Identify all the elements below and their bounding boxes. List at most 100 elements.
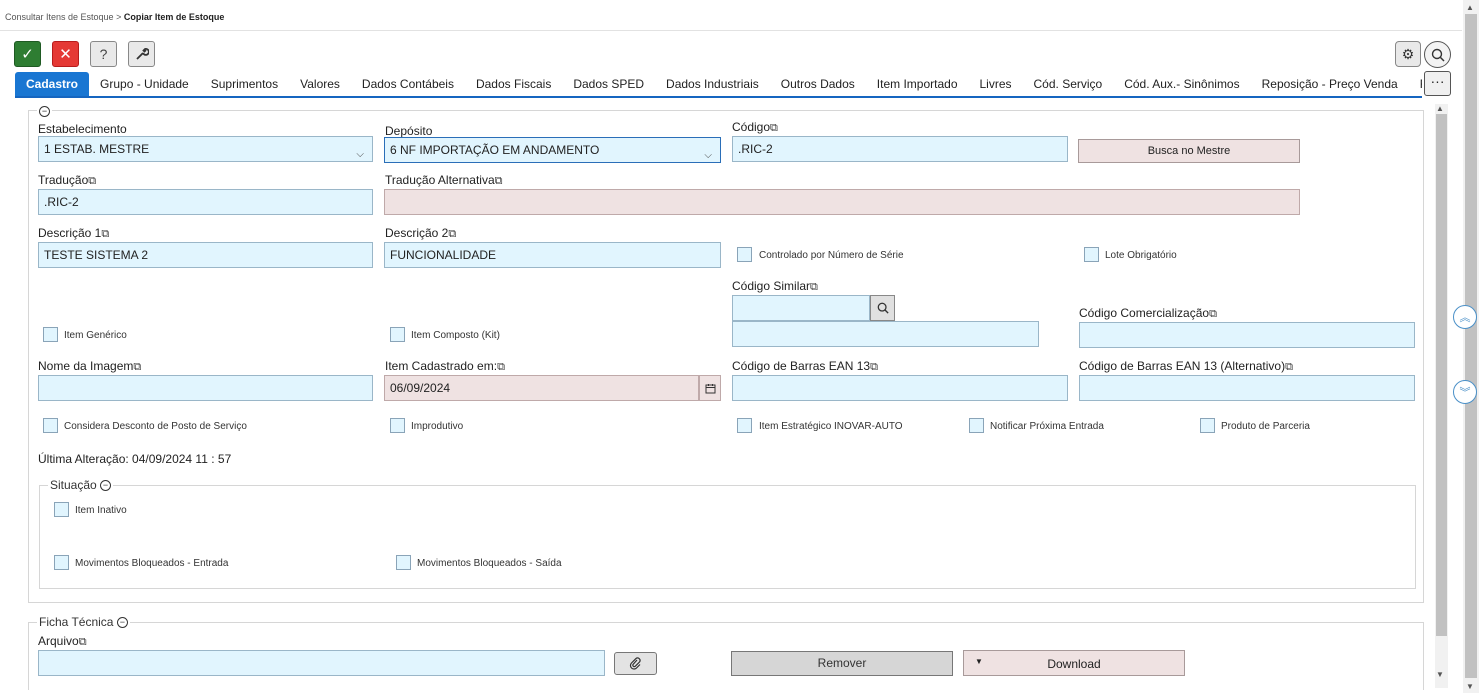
copy-icon[interactable]: ⧉ (1285, 361, 1293, 373)
copy-icon[interactable]: ⧉ (88, 175, 96, 187)
deposito-select[interactable]: 6 NF IMPORTAÇÃO EM ANDAMENTO ⌵ (384, 137, 721, 163)
tab-fabricante-referencia[interactable]: Fabricante X Referê (1409, 72, 1422, 96)
tab-dados-sped[interactable]: Dados SPED (562, 72, 655, 96)
ean13-label: Código de Barras EAN 13 (732, 359, 871, 373)
scroll-to-top-button[interactable]: ︽ (1453, 305, 1477, 329)
collapse-minus-icon[interactable]: − (100, 480, 112, 492)
tab-outros-dados[interactable]: Outros Dados (770, 72, 866, 96)
nome-imagem-label-group: Nome da Imagem⧉ (38, 359, 141, 374)
tab-cod-servico[interactable]: Cód. Serviço (1023, 72, 1114, 96)
double-chevron-up-icon: ︽ (1459, 312, 1471, 324)
codigo-similar-label-group: Código Similar⧉ (732, 279, 818, 294)
wrench-icon (135, 48, 149, 60)
considera-desconto-checkbox[interactable] (43, 418, 58, 433)
traducao-input[interactable]: .RIC-2 (38, 189, 373, 215)
codigo-similar-input[interactable] (732, 295, 870, 321)
copy-icon[interactable]: ⧉ (1209, 308, 1217, 320)
tab-valores[interactable]: Valores (289, 72, 351, 96)
tab-livres[interactable]: Livres (969, 72, 1023, 96)
settings-button[interactable]: ⚙ (1395, 41, 1421, 67)
attach-button[interactable] (614, 652, 657, 675)
content-scroll-thumb[interactable] (1436, 114, 1447, 636)
codigo-similar-search-button[interactable] (870, 295, 895, 321)
deposito-label: Depósito (385, 124, 433, 138)
scroll-down-arrow-icon[interactable]: ▼ (1436, 670, 1444, 679)
codigo-input[interactable]: .RIC-2 (732, 136, 1068, 162)
copy-icon[interactable]: ⧉ (448, 228, 456, 240)
copy-icon[interactable]: ⧉ (770, 122, 778, 134)
item-cadastrado-label: Item Cadastrado em: (385, 359, 498, 373)
tab-suprimentos[interactable]: Suprimentos (200, 72, 289, 96)
download-button[interactable]: ▼ Download (963, 650, 1185, 676)
descricao2-label-group: Descrição 2⧉ (385, 226, 456, 241)
window-scroll-down-icon[interactable]: ▼ (1466, 682, 1474, 691)
descricao1-input[interactable]: TESTE SISTEMA 2 (38, 242, 373, 268)
copy-icon[interactable]: ⧉ (79, 636, 87, 648)
busca-mestre-button[interactable]: Busca no Mestre (1078, 139, 1300, 163)
descricao2-input[interactable]: FUNCIONALIDADE (384, 242, 721, 268)
cancel-button[interactable]: ✕ (52, 41, 79, 67)
bloq-entrada-label: Movimentos Bloqueados - Entrada (75, 558, 229, 569)
tab-grupo-unidade[interactable]: Grupo - Unidade (89, 72, 200, 96)
help-button[interactable]: ? (90, 41, 117, 67)
item-cadastrado-input: 06/09/2024 (384, 375, 699, 401)
window-scroll-thumb[interactable] (1465, 14, 1477, 678)
copy-icon[interactable]: ⧉ (133, 361, 141, 373)
tab-dados-contabeis[interactable]: Dados Contábeis (351, 72, 465, 96)
considera-desconto-label: Considera Desconto de Posto de Serviço (64, 421, 247, 432)
tab-cod-aux-sinonimos[interactable]: Cód. Aux.- Sinônimos (1113, 72, 1250, 96)
tab-cadastro[interactable]: Cadastro (15, 72, 90, 96)
item-inativo-checkbox[interactable] (54, 502, 69, 517)
tools-button[interactable] (128, 41, 155, 67)
breadcrumb: Consultar Itens de Estoque > Copiar Item… (5, 12, 224, 22)
chevron-down-icon: ⌵ (356, 149, 364, 160)
ean13-input[interactable] (732, 375, 1068, 401)
breadcrumb-parent-link[interactable]: Consultar Itens de Estoque (5, 12, 114, 22)
estabelecimento-select[interactable]: 1 ESTAB. MESTRE ⌵ (38, 136, 373, 162)
ean13-alt-label: Código de Barras EAN 13 (Alternativo) (1079, 359, 1286, 373)
search-icon (877, 302, 889, 314)
situacao-title: Situação (50, 478, 97, 492)
notificar-entrada-checkbox[interactable] (969, 418, 984, 433)
nome-imagem-input[interactable] (38, 375, 373, 401)
item-composto-checkbox[interactable] (390, 327, 405, 342)
confirm-button[interactable]: ✓ (14, 41, 41, 67)
date-picker-button[interactable] (699, 375, 721, 401)
search-button[interactable] (1424, 41, 1451, 68)
copy-icon[interactable]: ⧉ (497, 361, 505, 373)
item-estrategico-checkbox[interactable] (737, 418, 752, 433)
bloq-entrada-checkbox[interactable] (54, 555, 69, 570)
cadastro-collapse-toggle[interactable]: − (37, 103, 52, 121)
scroll-to-bottom-button[interactable]: ︾ (1453, 380, 1477, 404)
codigo-similar-label: Código Similar (732, 279, 811, 293)
traducao-alt-input (384, 189, 1300, 215)
copy-icon[interactable]: ⧉ (810, 281, 818, 293)
item-generico-checkbox[interactable] (43, 327, 58, 342)
copy-icon[interactable]: ⧉ (870, 361, 878, 373)
deposito-value: 6 NF IMPORTAÇÃO EM ANDAMENTO (390, 143, 600, 157)
bloq-saida-checkbox[interactable] (396, 555, 411, 570)
scroll-up-arrow-icon[interactable]: ▲ (1436, 104, 1444, 113)
tab-dados-fiscais[interactable]: Dados Fiscais (465, 72, 562, 96)
ean13-alt-input[interactable] (1079, 375, 1415, 401)
controlado-serie-checkbox[interactable] (737, 247, 752, 262)
collapse-minus-icon[interactable]: − (116, 617, 128, 629)
window-scroll-up-icon[interactable]: ▲ (1466, 3, 1474, 12)
produto-parceria-checkbox[interactable] (1200, 418, 1215, 433)
item-inativo-label: Item Inativo (75, 505, 127, 516)
copy-icon[interactable]: ⧉ (101, 228, 109, 240)
more-tabs-button[interactable]: ··· (1424, 71, 1451, 96)
lote-obrigatorio-checkbox[interactable] (1084, 247, 1099, 262)
tab-reposicao-preco-venda[interactable]: Reposição - Preço Venda (1251, 72, 1409, 96)
codigo-similar-description (732, 321, 1039, 347)
tab-item-importado[interactable]: Item Importado (866, 72, 969, 96)
traducao-label-group: Tradução⧉ (38, 173, 96, 188)
codigo-comercializacao-input[interactable] (1079, 322, 1415, 348)
improdutivo-checkbox[interactable] (390, 418, 405, 433)
item-generico-label: Item Genérico (64, 330, 127, 341)
breadcrumb-separator: > (116, 12, 122, 22)
tab-dados-industriais[interactable]: Dados Industriais (655, 72, 770, 96)
remover-button[interactable]: Remover (731, 651, 953, 676)
arquivo-input[interactable] (38, 650, 605, 676)
copy-icon[interactable]: ⧉ (495, 175, 503, 187)
